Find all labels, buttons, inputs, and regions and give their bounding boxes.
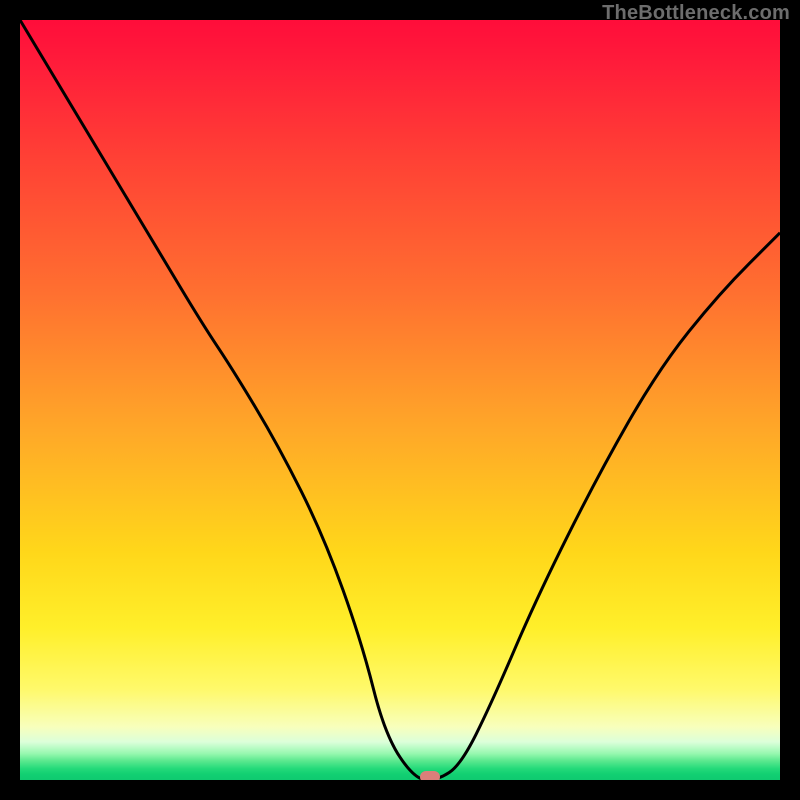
credit-label: TheBottleneck.com <box>602 2 790 25</box>
chart-frame: TheBottleneck.com <box>0 0 800 800</box>
bottleneck-curve-path <box>20 20 780 780</box>
optimal-point-marker <box>420 771 440 780</box>
bottleneck-curve <box>20 20 780 780</box>
plot-area <box>20 20 780 780</box>
